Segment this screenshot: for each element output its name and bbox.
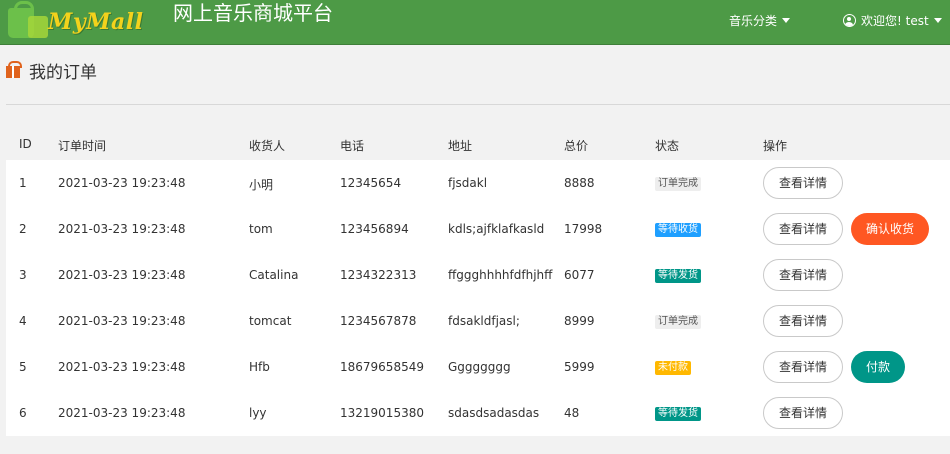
status-badge: 等待发货	[655, 269, 701, 283]
cell-order-time: 2021-03-23 19:23:48	[58, 360, 186, 374]
table-row: 4 2021-03-23 19:23:48 tomcat 1234567878 fdsa…	[6, 298, 950, 344]
top-navbar: MyMall 网上音乐商城平台 音乐分类 欢迎您! test	[0, 0, 950, 45]
header-divider	[6, 104, 950, 105]
cell-receiver: Catalina	[249, 268, 299, 282]
cell-order-time: 2021-03-23 19:23:48	[58, 222, 186, 236]
cell-order-time: 2021-03-23 19:23:48	[58, 406, 186, 420]
nav-music-category[interactable]: 音乐分类	[729, 12, 791, 29]
cell-order-time: 2021-03-23 19:23:48	[58, 176, 186, 190]
column-header-phone: 电话	[340, 139, 365, 153]
view-details-button[interactable]: 查看详情	[763, 259, 843, 291]
pay-button[interactable]: 付款	[851, 351, 905, 383]
cell-total: 48	[564, 406, 580, 420]
cell-total: 8888	[564, 176, 595, 190]
status-badge: 订单完成	[655, 315, 701, 329]
view-details-button[interactable]: 查看详情	[763, 351, 843, 383]
table-row: 2 2021-03-23 19:23:48 tom 123456894 kdls;ajf…	[6, 206, 950, 252]
column-header-id: ID	[19, 137, 32, 151]
orders-table: ID 订单时间 收货人 电话 地址 总价 状态 操作 1 2021-03-23 1…	[6, 128, 950, 436]
cell-receiver: tom	[249, 222, 273, 236]
view-details-button[interactable]: 查看详情	[763, 397, 843, 429]
cell-phone: 12345654	[340, 176, 402, 190]
logo-text: MyMall	[48, 9, 144, 35]
shopping-bag-icon-secondary	[28, 16, 48, 38]
cell-phone: 1234567878	[340, 314, 417, 328]
cell-address: ffggghhhhfdfhjhff	[448, 268, 553, 282]
cell-address: sdasdsadasdas	[448, 406, 540, 420]
cell-receiver: tomcat	[249, 314, 292, 328]
column-header-order-time: 订单时间	[58, 139, 107, 153]
cell-address: kdls;ajfklafkasld	[448, 222, 545, 236]
site-logo[interactable]: MyMall	[8, 1, 143, 42]
page-header: 我的订单	[6, 58, 97, 83]
cell-receiver: lyy	[249, 406, 267, 420]
cell-phone: 13219015380	[340, 406, 424, 420]
confirm-receipt-button[interactable]: 确认收货	[851, 213, 929, 245]
cell-order-time: 2021-03-23 19:23:48	[58, 314, 186, 328]
column-header-total: 总价	[564, 139, 589, 153]
cell-address: fdsakldfjasl;	[448, 314, 520, 328]
cell-id: 2	[19, 222, 27, 236]
cell-total: 5999	[564, 360, 595, 374]
page-title: 我的订单	[29, 63, 97, 83]
user-circle-icon	[843, 14, 856, 27]
cell-order-time: 2021-03-23 19:23:48	[58, 268, 186, 282]
cell-id: 4	[19, 314, 27, 328]
cell-id: 5	[19, 360, 27, 374]
column-header-address: 地址	[448, 139, 473, 153]
gift-icon	[6, 60, 22, 78]
nav-music-category-label: 音乐分类	[729, 14, 778, 28]
caret-down-icon	[782, 18, 791, 23]
table-row: 1 2021-03-23 19:23:48 小明 12345654 fjsdakl 888…	[6, 160, 950, 206]
site-title: 网上音乐商城平台	[173, 1, 333, 25]
cell-total: 8999	[564, 314, 595, 328]
view-details-button[interactable]: 查看详情	[763, 167, 843, 199]
cell-id: 6	[19, 406, 27, 420]
status-badge: 等待收货	[655, 223, 701, 237]
caret-down-icon	[933, 18, 942, 23]
cell-phone: 123456894	[340, 222, 409, 236]
table-row: 3 2021-03-23 19:23:48 Catalina 1234322313 ff…	[6, 252, 950, 298]
cell-address: Gggggggg	[448, 360, 511, 374]
cell-id: 3	[19, 268, 27, 282]
table-header: ID 订单时间 收货人 电话 地址 总价 状态 操作	[6, 128, 950, 160]
nav-user-menu[interactable]: 欢迎您! test	[843, 12, 942, 29]
cell-receiver: Hfb	[249, 360, 270, 374]
cell-phone: 1234322313	[340, 268, 417, 282]
view-details-button[interactable]: 查看详情	[763, 305, 843, 337]
status-badge: 未付款	[655, 361, 691, 375]
table-row: 6 2021-03-23 19:23:48 lyy 13219015380 sdasds…	[6, 390, 950, 436]
cell-total: 17998	[564, 222, 603, 236]
cell-receiver: 小明	[249, 178, 274, 192]
column-header-receiver: 收货人	[249, 139, 286, 153]
cell-address: fjsdakl	[448, 176, 488, 190]
cell-id: 1	[19, 176, 27, 190]
cell-phone: 18679658549	[340, 360, 424, 374]
status-badge: 等待发货	[655, 407, 701, 421]
column-header-status: 状态	[655, 139, 680, 153]
cell-total: 6077	[564, 268, 595, 282]
nav-user-label: 欢迎您! test	[861, 14, 929, 28]
table-row: 5 2021-03-23 19:23:48 Hfb 18679658549 Gggggg…	[6, 344, 950, 390]
status-badge: 订单完成	[655, 177, 701, 191]
view-details-button[interactable]: 查看详情	[763, 213, 843, 245]
column-header-actions: 操作	[763, 139, 788, 153]
